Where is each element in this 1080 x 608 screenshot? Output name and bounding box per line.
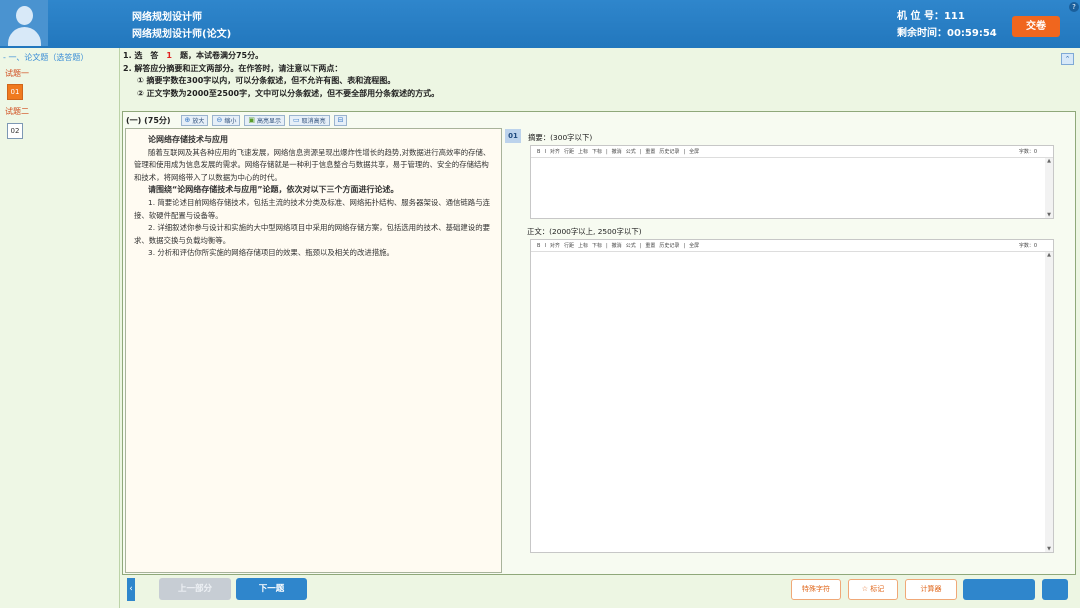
avatar xyxy=(0,0,48,46)
next-question-button[interactable]: 下一题 xyxy=(236,578,307,600)
question-paragraph-1: 随着互联网及其各种应用的飞速发展，网络信息资源呈现出爆炸性增长的趋势,对数据进行… xyxy=(134,147,491,182)
body-label: 正文：(2000字以上, 2500字以下) xyxy=(527,227,642,236)
abstract-word-count: 字数：0 xyxy=(1018,149,1037,155)
part-label: (一) (75分) xyxy=(126,115,171,125)
toolbar-separator: | xyxy=(605,148,608,155)
seat-label: 机 位 号： xyxy=(897,11,944,22)
question-item-3: 3. 分析和评估你所实施的网络存储项目的效果、瓶颈以及相关的改进措施。 xyxy=(148,248,394,258)
exam-title: 网络规划设计师 xyxy=(132,12,202,23)
toolbar-separator: | xyxy=(605,242,608,249)
question-group-1-label: 试题一 xyxy=(5,69,29,78)
avatar-body xyxy=(8,27,41,46)
bold-tool[interactable]: B xyxy=(537,149,540,155)
cancel-highlight-button[interactable]: ▭ 取消高亮 xyxy=(288,114,330,126)
italic-tool[interactable]: I xyxy=(544,243,545,249)
previous-part-button[interactable]: 上一部分 xyxy=(159,578,231,600)
collapse-instructions-button[interactable]: ⌃ xyxy=(1061,53,1074,65)
superscript-tool[interactable]: 上标 xyxy=(578,148,588,155)
reset-tool[interactable]: 重置 xyxy=(645,242,655,249)
toolbar-separator: | xyxy=(639,242,642,249)
question-title: 论网络存储技术与应用 xyxy=(148,135,228,144)
instruction-line-1: 1. 选 答 1 题，本试卷满分75分。 xyxy=(123,51,264,60)
formula-tool[interactable]: 公式 xyxy=(626,242,636,249)
question-1-box[interactable]: 01 xyxy=(7,84,23,100)
fullscreen-tool[interactable]: 全屏 xyxy=(689,242,699,249)
avatar-head xyxy=(16,6,33,25)
answer-number: 01 xyxy=(505,129,521,143)
instruction-line-2: 2. 解答应分摘要和正文两部分。在作答时，请注意以下两点： xyxy=(123,63,343,73)
body-word-count: 字数：0 xyxy=(1018,243,1037,249)
split-view-icon: ⊟ xyxy=(337,116,344,124)
body-scrollbar[interactable]: ▲ ▼ xyxy=(1045,252,1053,552)
question-paragraph-2: 请围绕“论网络存储技术与应用”论题，依次对以下三个方面进行论述。 xyxy=(148,185,399,195)
time-label: 剩余时间： xyxy=(897,28,947,39)
zoom-out-icon: ⊖ xyxy=(216,116,223,124)
undo-tool[interactable]: 撤消 xyxy=(612,148,622,155)
seat-info: 机 位 号：111 xyxy=(897,7,965,22)
scroll-down-icon[interactable]: ▼ xyxy=(1045,212,1053,218)
abstract-editor[interactable]: B I 对齐 行距 上标 下标 | 撤消 公式 | 重置 历史记录 | 全屏 字… xyxy=(530,145,1054,219)
body-editor[interactable]: B I 对齐 行距 上标 下标 | 撤消 公式 | 重置 历史记录 | 全屏 字… xyxy=(530,239,1054,553)
question-item-2: 2. 详细叙述你参与设计和实施的大中型网络项目中采用的网络存储方案，包括选用的技… xyxy=(134,223,490,245)
line-spacing-tool[interactable]: 行距 xyxy=(564,242,574,249)
exam-instructions: 1. 选 答 1 题，本试卷满分75分。 2. 解答应分摘要和正文两部分。在作答… xyxy=(123,50,1043,100)
seat-value: 111 xyxy=(943,11,965,22)
question-item-1: 1. 简要论述目前网络存储技术，包括主流的技术分类及标准、网络拓扑结构、服务器架… xyxy=(134,197,490,220)
question-nav-sidebar: - 一、论文题（选答题） 试题一 01 试题二 02 xyxy=(0,48,120,608)
abstract-scrollbar[interactable]: ▲ ▼ xyxy=(1045,158,1053,218)
zoom-out-button[interactable]: ⊖ 缩小 xyxy=(212,114,241,126)
header-bar: 网络规划设计师 网络规划设计师(论文) 机 位 号：111 剩余时间：00:59… xyxy=(0,0,1080,48)
submit-exam-button[interactable]: 交卷 xyxy=(1012,16,1060,37)
history-tool[interactable]: 历史记录 xyxy=(659,148,679,155)
fullscreen-tool[interactable]: 全屏 xyxy=(689,148,699,155)
body-editor-toolbar: B I 对齐 行距 上标 下标 | 撤消 公式 | 重置 历史记录 | 全屏 字… xyxy=(531,240,1053,252)
save-button[interactable] xyxy=(963,579,1035,600)
exam-subtitle: 网络规划设计师(论文) xyxy=(132,29,232,40)
instruction-line-4: ② 正文字数为2000至2500字，文中可以分条叙述，但不要全部用分条叙述的方式… xyxy=(137,88,440,98)
question-panel: 论网络存储技术与应用 随着互联网及其各种应用的飞速发展，网络信息资源呈现出爆炸性… xyxy=(125,128,502,573)
special-char-button[interactable]: 特殊字符 xyxy=(791,579,841,600)
mark-button[interactable]: ☆ 标记 xyxy=(848,579,898,600)
section-link[interactable]: - 一、论文题（选答题） xyxy=(3,52,88,63)
reset-tool[interactable]: 重置 xyxy=(645,148,655,155)
undo-tool[interactable]: 撤消 xyxy=(612,242,622,249)
zoom-in-icon: ⊕ xyxy=(184,116,191,124)
question-toolbar: (一) (75分) ⊕ 放大 ⊖ 缩小 ▣ 高亮显示 ▭ 取消高亮 ⊟ xyxy=(126,114,1074,126)
more-button[interactable] xyxy=(1042,579,1068,600)
bold-tool[interactable]: B xyxy=(537,243,540,249)
question-group-2-label: 试题二 xyxy=(5,107,29,116)
instruction-line-3: ① 摘要字数在300字以内，可以分条叙述，但不允许有图、表和流程图。 xyxy=(137,76,396,86)
help-icon[interactable]: ? xyxy=(1069,2,1079,12)
collapse-sidebar-button[interactable]: ‹ xyxy=(127,578,135,601)
question-2-box[interactable]: 02 xyxy=(7,123,23,139)
toolbar-separator: | xyxy=(683,148,686,155)
scroll-down-icon[interactable]: ▼ xyxy=(1045,546,1053,552)
subscript-tool[interactable]: 下标 xyxy=(592,148,602,155)
abstract-editor-toolbar: B I 对齐 行距 上标 下标 | 撤消 公式 | 重置 历史记录 | 全屏 字… xyxy=(531,146,1053,158)
abstract-label: 摘要：(300字以下) xyxy=(528,133,593,142)
superscript-tool[interactable]: 上标 xyxy=(578,242,588,249)
italic-tool[interactable]: I xyxy=(544,149,545,155)
calculator-button[interactable]: 计算器 xyxy=(905,579,957,600)
toolbar-separator: | xyxy=(683,242,686,249)
question-content: 论网络存储技术与应用 随着互联网及其各种应用的飞速发展，网络信息资源呈现出爆炸性… xyxy=(126,129,501,260)
formula-tool[interactable]: 公式 xyxy=(626,148,636,155)
scroll-up-icon[interactable]: ▲ xyxy=(1045,158,1053,164)
split-view-button[interactable]: ⊟ xyxy=(333,114,348,126)
highlight-icon: ▣ xyxy=(248,116,255,124)
star-icon: ☆ xyxy=(861,585,871,593)
align-tool[interactable]: 对齐 xyxy=(550,242,560,249)
zoom-in-button[interactable]: ⊕ 放大 xyxy=(180,114,209,126)
time-info: 剩余时间：00:59:54 xyxy=(897,24,997,39)
toolbar-separator: | xyxy=(639,148,642,155)
time-value: 00:59:54 xyxy=(947,28,997,39)
history-tool[interactable]: 历史记录 xyxy=(659,242,679,249)
subscript-tool[interactable]: 下标 xyxy=(592,242,602,249)
cancel-highlight-icon: ▭ xyxy=(292,116,300,124)
highlight-button[interactable]: ▣ 高亮显示 xyxy=(244,114,285,126)
line-spacing-tool[interactable]: 行距 xyxy=(564,148,574,155)
scroll-up-icon[interactable]: ▲ xyxy=(1045,252,1053,258)
align-tool[interactable]: 对齐 xyxy=(550,148,560,155)
